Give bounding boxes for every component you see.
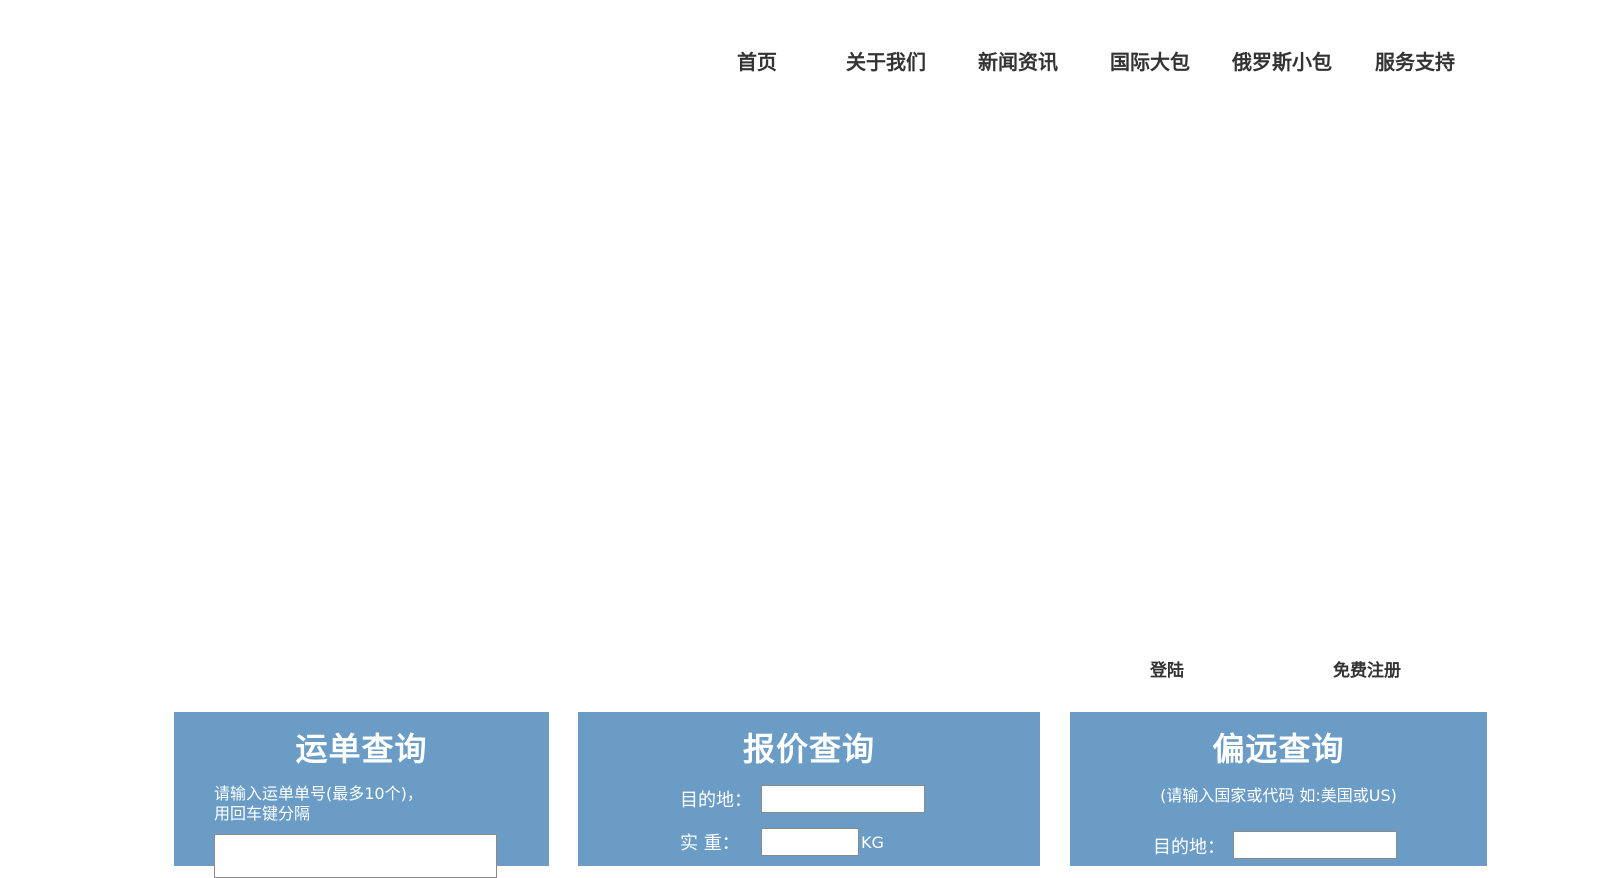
remote-hint: (请输入国家或代码 如:美国或US) xyxy=(1160,786,1397,805)
quote-title: 报价查询 xyxy=(742,730,875,768)
quote-destination-input[interactable] xyxy=(761,785,925,813)
tracking-panel: 运单查询 请输入运单单号(最多10个)， 用回车键分隔 xyxy=(174,712,549,878)
nav-item-russia-small-parcel[interactable]: 俄罗斯小包 xyxy=(1232,46,1332,75)
tracking-hint: 请输入运单单号(最多10个)， 用回车键分隔 xyxy=(214,784,423,824)
nav-item-home[interactable]: 首页 xyxy=(737,46,777,75)
login-link[interactable]: 登陆 xyxy=(1150,656,1184,681)
register-link[interactable]: 免费注册 xyxy=(1333,656,1401,681)
remote-destination-label: 目的地： xyxy=(1153,837,1225,858)
quote-weight-label: 实 重： xyxy=(680,833,740,854)
nav-item-service-support[interactable]: 服务支持 xyxy=(1375,46,1455,75)
quote-panel: 报价查询 目的地： 实 重： KG xyxy=(578,712,1040,866)
quote-weight-input[interactable] xyxy=(761,828,859,856)
main-nav: 首页 关于我们 新闻资讯 国际大包 俄罗斯小包 服务支持 xyxy=(0,46,1600,80)
tracking-number-input[interactable] xyxy=(214,834,497,878)
remote-title: 偏远查询 xyxy=(1212,730,1345,768)
quote-destination-label: 目的地： xyxy=(680,790,752,811)
tracking-title: 运单查询 xyxy=(295,730,428,768)
quote-weight-unit: KG xyxy=(861,833,884,852)
remote-panel: 偏远查询 (请输入国家或代码 如:美国或US) 目的地： xyxy=(1070,712,1487,866)
remote-destination-input[interactable] xyxy=(1233,831,1397,859)
tracking-hint-line1: 请输入运单单号(最多10个)， xyxy=(214,784,423,803)
nav-item-news[interactable]: 新闻资讯 xyxy=(978,46,1058,75)
nav-item-international-parcel[interactable]: 国际大包 xyxy=(1110,46,1190,75)
nav-item-about[interactable]: 关于我们 xyxy=(846,46,926,75)
tracking-hint-line2: 用回车键分隔 xyxy=(214,804,311,823)
